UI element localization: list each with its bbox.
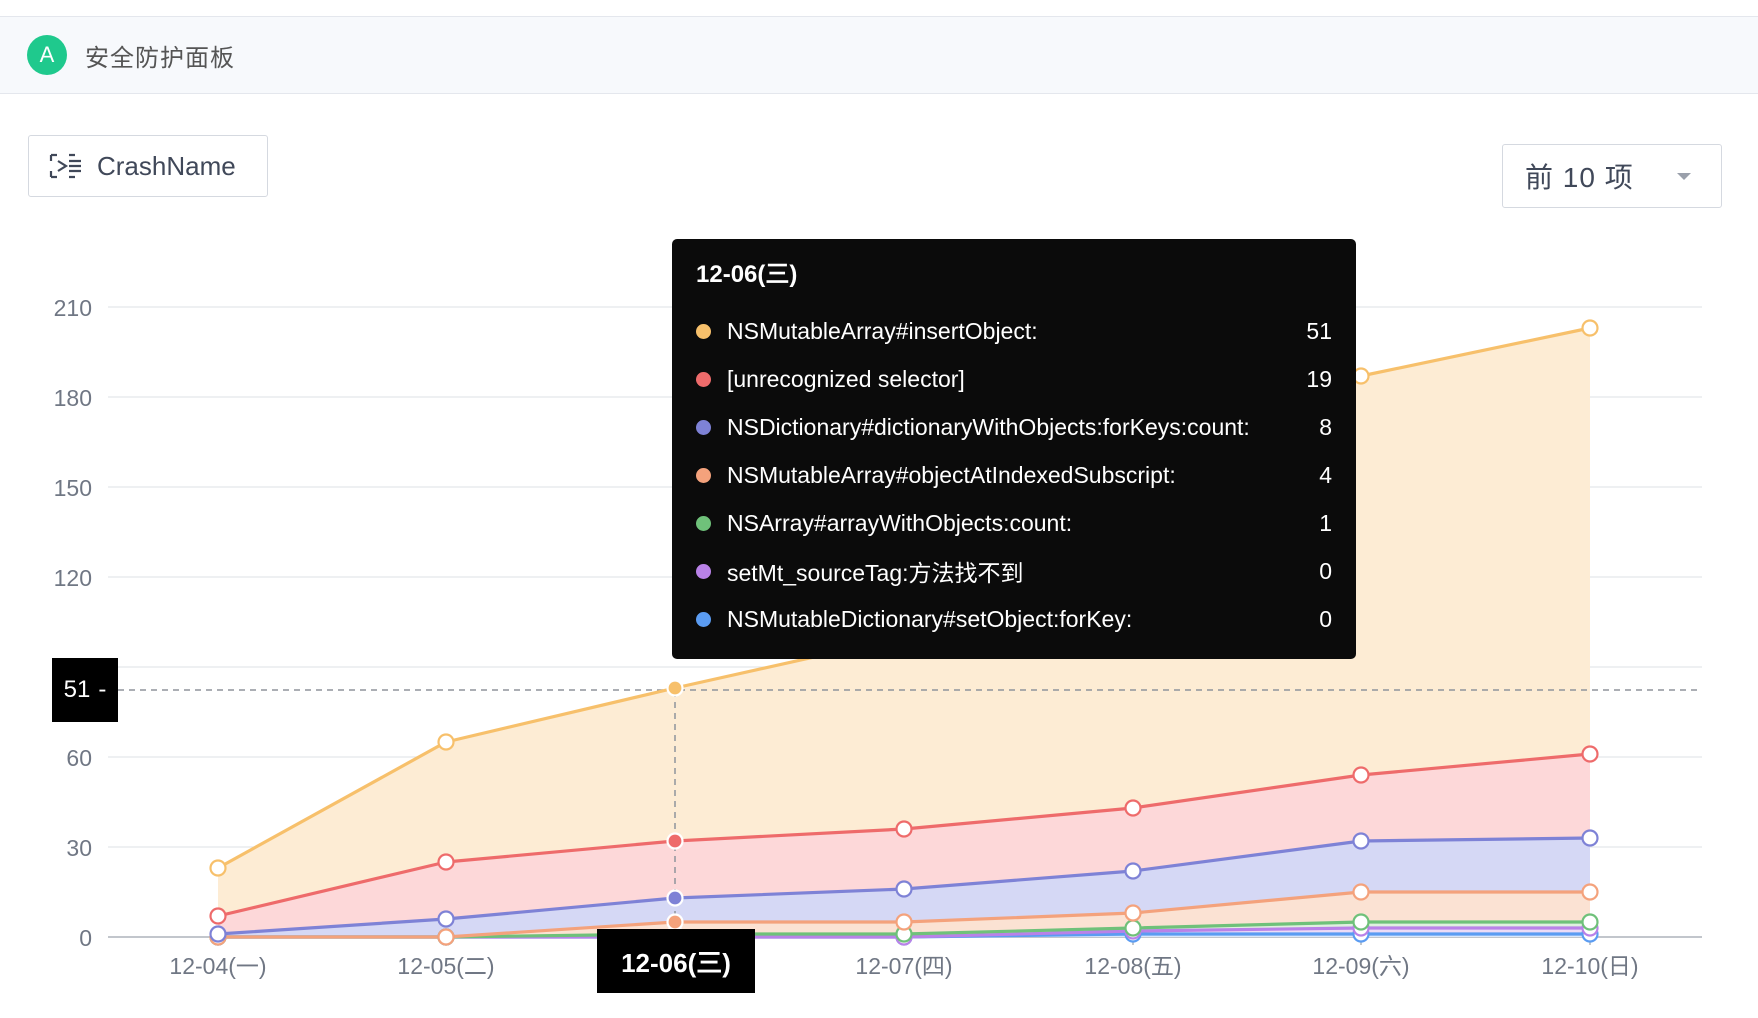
tooltip-series-value: 0 — [1319, 557, 1332, 584]
tooltip-row: NSMutableArray#insertObject: 51 — [696, 307, 1332, 355]
y-tick-label: 120 — [54, 565, 92, 591]
crosshair-x-label: 12-06(三) — [597, 929, 755, 993]
data-point — [1352, 832, 1370, 850]
x-tick-label: 12-08(五) — [1084, 953, 1181, 979]
tooltip-series-name: NSArray#arrayWithObjects:count: — [727, 509, 1073, 536]
data-point — [666, 913, 684, 931]
series-dot-icon — [696, 563, 711, 579]
x-tick-label: 12-07(四) — [855, 953, 952, 979]
tooltip-series-value: 8 — [1319, 413, 1332, 440]
data-point — [1581, 913, 1599, 931]
tooltip-row: NSMutableArray#objectAtIndexedSubscript:… — [696, 451, 1332, 499]
y-tick-label: 0 — [79, 925, 92, 951]
tooltip-title: 12-06(三) — [696, 261, 798, 288]
tooltip-series-name: NSMutableDictionary#setObject:forKey: — [727, 605, 1133, 632]
tooltip-series-value: 0 — [1319, 605, 1332, 632]
tooltip-row: setMt_sourceTag:方法找不到 0 — [696, 547, 1332, 595]
series-dot-icon — [696, 371, 711, 387]
data-point — [1352, 913, 1370, 931]
y-tick-label: 180 — [54, 385, 92, 411]
crosshair-y-label: 51- — [52, 658, 118, 722]
tooltip-series-value: 4 — [1319, 461, 1332, 488]
tooltip-series-value: 51 — [1306, 317, 1332, 344]
data-point — [895, 880, 913, 898]
data-point — [209, 925, 227, 943]
data-point — [1581, 883, 1599, 901]
chart-tooltip: 12-06(三) NSMutableArray#insertObject: 51 [… — [672, 239, 1356, 659]
tooltip-series-value: 1 — [1319, 509, 1332, 536]
crosshair-y-tick: - — [98, 676, 107, 703]
data-point — [1124, 904, 1142, 922]
tooltip-series-value: 19 — [1306, 365, 1332, 392]
data-point — [666, 679, 684, 697]
data-point — [666, 889, 684, 907]
tooltip-series-name: NSMutableArray#insertObject: — [727, 317, 1038, 344]
series-dot-icon — [696, 419, 711, 435]
series-dot-icon — [696, 323, 711, 339]
data-point — [437, 733, 455, 751]
y-tick-label: 150 — [54, 475, 92, 501]
tooltip-row: NSDictionary#dictionaryWithObjects:forKe… — [696, 403, 1332, 451]
tooltip-row: NSMutableDictionary#setObject:forKey: 0 — [696, 595, 1332, 643]
series-dot-icon — [696, 611, 711, 627]
data-point — [1352, 883, 1370, 901]
series-dot-icon — [696, 467, 711, 483]
series-dot-icon — [696, 515, 711, 531]
data-point — [895, 913, 913, 931]
data-point — [1581, 319, 1599, 337]
data-point — [437, 853, 455, 871]
x-tick-label: 12-10(日) — [1541, 953, 1638, 979]
data-point — [437, 910, 455, 928]
x-tick-label: 12-04(一) — [169, 953, 266, 979]
data-point — [1352, 766, 1370, 784]
data-point — [1581, 829, 1599, 847]
data-point — [209, 907, 227, 925]
tooltip-series-name: setMt_sourceTag:方法找不到 — [727, 560, 1024, 586]
data-point — [1124, 799, 1142, 817]
y-tick-label: 210 — [54, 295, 92, 321]
data-point — [209, 859, 227, 877]
y-tick-label: 60 — [66, 745, 92, 771]
y-tick-label: 30 — [66, 835, 92, 861]
x-tick-label: 12-05(二) — [397, 953, 494, 979]
data-point — [437, 928, 455, 946]
tooltip-row: [unrecognized selector] 19 — [696, 355, 1332, 403]
tooltip-series-name: [unrecognized selector] — [727, 365, 965, 392]
data-point — [1581, 745, 1599, 763]
tooltip-row: NSArray#arrayWithObjects:count: 1 — [696, 499, 1332, 547]
crosshair-y-value: 51 — [63, 676, 91, 703]
tooltip-series-name: NSMutableArray#objectAtIndexedSubscript: — [727, 461, 1176, 488]
data-point — [895, 820, 913, 838]
data-point — [1124, 919, 1142, 937]
data-point — [666, 832, 684, 850]
x-tick-label: 12-09(六) — [1312, 953, 1409, 979]
data-point — [1124, 862, 1142, 880]
tooltip-series-name: NSDictionary#dictionaryWithObjects:forKe… — [727, 413, 1250, 440]
